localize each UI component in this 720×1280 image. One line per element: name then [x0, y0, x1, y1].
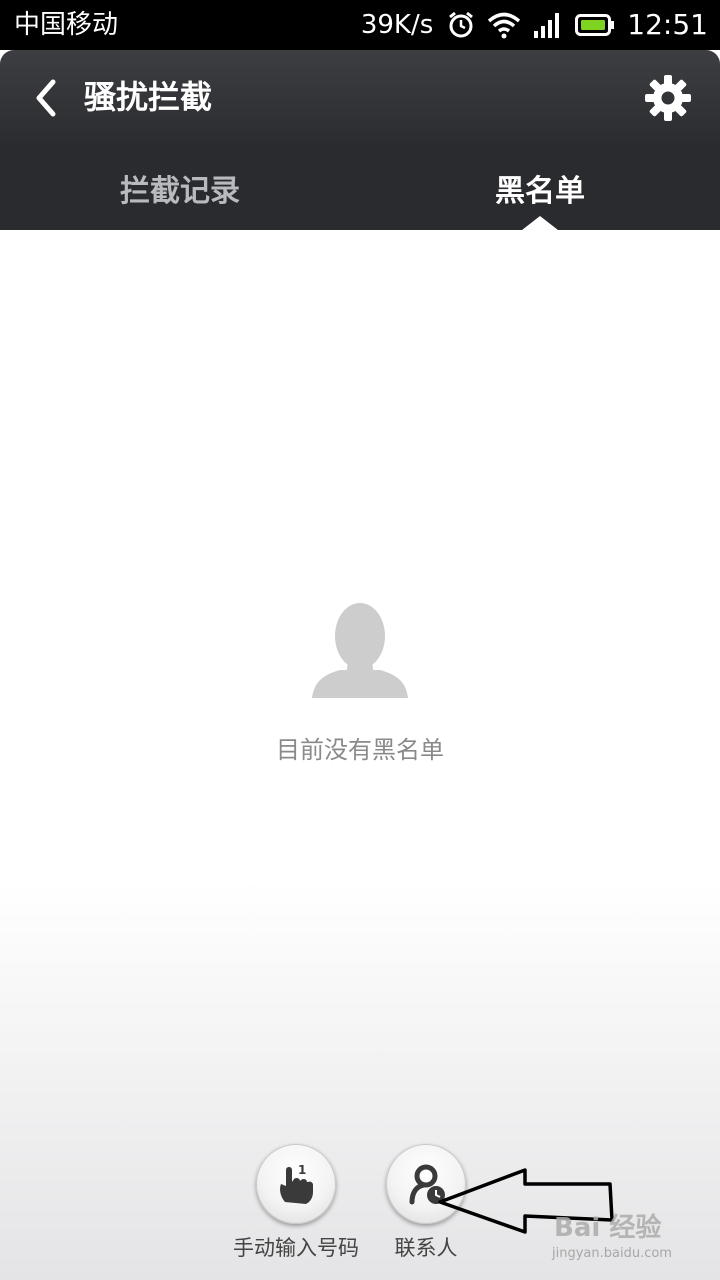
- baidu-jingyan-watermark: Bai 经验 jingyan.baidu.com: [548, 1212, 708, 1272]
- hand-number-icon: 1: [280, 1163, 313, 1204]
- status-bar: 中国移动 39K/s 12:51: [0, 0, 720, 50]
- chevron-left-icon: [36, 79, 56, 117]
- gear-icon: [645, 75, 691, 121]
- manual-input-label: 手动输入号码: [233, 1236, 359, 1260]
- page-title: 骚扰拦截: [84, 78, 213, 116]
- alarm-icon: [449, 11, 474, 38]
- manual-input-action[interactable]: 1 手动输入号码: [226, 1144, 366, 1262]
- tab-block-log[interactable]: 拦截记录: [0, 146, 360, 230]
- title-bar: 骚扰拦截: [0, 50, 720, 146]
- screen: 中国移动 39K/s 12:51 骚扰拦截 拦截记录 黑名单 目前没有黑名单 1…: [0, 0, 720, 1280]
- signal-icon: [534, 13, 560, 38]
- status-icons: 39K/s 12:51: [361, 7, 708, 43]
- tab-block-log-label: 拦截记录: [120, 174, 240, 209]
- tab-blacklist[interactable]: 黑名单: [360, 146, 720, 230]
- back-button[interactable]: [18, 70, 74, 126]
- active-tab-indicator: [522, 216, 558, 230]
- settings-button[interactable]: [640, 70, 696, 126]
- person-silhouette-icon: [312, 603, 408, 698]
- battery-icon: [575, 14, 615, 36]
- wifi-icon: [488, 12, 521, 39]
- svg-text:1: 1: [298, 1163, 306, 1177]
- empty-state-message: 目前没有黑名单: [276, 736, 444, 764]
- contacts-label: 联系人: [394, 1236, 458, 1260]
- carrier-name: 中国移动: [14, 10, 119, 40]
- tab-bar: 拦截记录 黑名单: [0, 146, 720, 230]
- tab-blacklist-label: 黑名单: [495, 174, 585, 209]
- clock: 12:51: [627, 8, 708, 41]
- network-speed: 39K/s: [360, 10, 434, 40]
- watermark-brand: Bai 经验: [554, 1213, 662, 1243]
- manual-input-button[interactable]: 1: [256, 1144, 336, 1224]
- watermark-url: jingyan.baidu.com: [552, 1246, 672, 1261]
